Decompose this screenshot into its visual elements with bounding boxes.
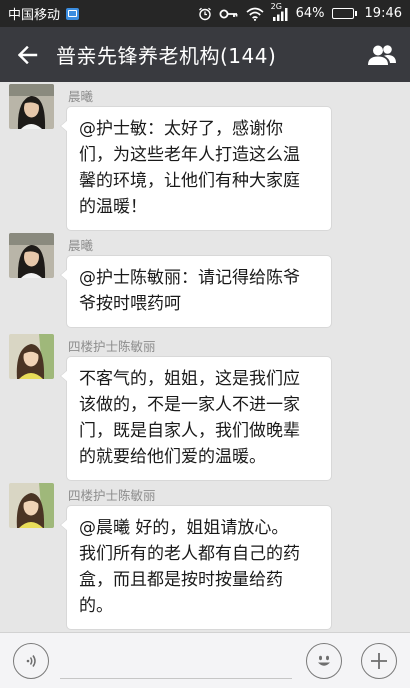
carrier-name: 中国移动 (8, 8, 61, 23)
status-time: 19:46 (364, 6, 402, 21)
group-info-button[interactable] (354, 27, 410, 82)
wifi-icon (246, 7, 264, 21)
message-input[interactable] (60, 641, 292, 679)
emoji-button[interactable] (306, 643, 342, 679)
message-list[interactable]: 晨曦 @护士敏：太好了，感谢你 们，为这些老年人打造这么温 馨的环境，让他们有种… (0, 82, 410, 632)
message-bubble[interactable]: @晨曦 好的，姐姐请放心。 我们所有的老人都有自己的药 盒，而且都是按时按量给药… (60, 505, 332, 630)
avatar[interactable] (9, 233, 54, 278)
message-text: @护士陈敏丽：请记得给陈爷 爷按时喂药呵 (79, 268, 300, 314)
chat-header: 普亲先锋养老机构(144) (0, 27, 410, 82)
sender-name: 四楼护士陈敏丽 (68, 339, 156, 354)
network-type: 2G (270, 1, 282, 11)
group-members-icon (368, 44, 396, 65)
voice-icon (26, 655, 36, 667)
emoji-icon (318, 655, 330, 666)
voice-button[interactable] (13, 643, 49, 679)
chat-input-bar (0, 632, 410, 688)
more-button[interactable] (361, 643, 397, 679)
message-bubble[interactable]: 不客气的，姐姐，这是我们应 该做的，不是一家人不进一家 门，既是自家人，我们做晚… (60, 356, 332, 481)
sender-name: 晨曦 (68, 238, 94, 253)
back-button[interactable] (0, 27, 56, 82)
plus-icon (371, 653, 387, 669)
message-bubble[interactable]: @护士陈敏丽：请记得给陈爷 爷按时喂药呵 (60, 255, 332, 328)
photo-icon (66, 7, 80, 20)
battery-icon (331, 8, 357, 19)
key-icon (219, 8, 239, 20)
message-text: @护士敏：太好了，感谢你 们，为这些老年人打造这么温 馨的环境，让他们有种大家庭… (79, 119, 300, 217)
sender-name: 四楼护士陈敏丽 (68, 488, 156, 503)
avatar[interactable] (9, 334, 54, 379)
status-bar: 中国移动 2G 64% 19:46 (0, 0, 410, 27)
sender-name: 晨曦 (68, 89, 94, 104)
chat-title: 普亲先锋养老机构(144) (56, 44, 277, 68)
alarm-icon (198, 7, 212, 21)
battery-percent: 64% (295, 6, 325, 21)
arrow-left-icon (18, 45, 38, 64)
message-bubble[interactable]: @护士敏：太好了，感谢你 们，为这些老年人打造这么温 馨的环境，让他们有种大家庭… (60, 106, 332, 231)
message-text: @晨曦 好的，姐姐请放心。 我们所有的老人都有自己的药 盒，而且都是按时按量给药… (79, 518, 300, 616)
signal-icon: 2G (271, 2, 289, 21)
avatar[interactable] (9, 483, 54, 528)
message-text: 不客气的，姐姐，这是我们应 该做的，不是一家人不进一家 门，既是自家人，我们做晚… (79, 369, 300, 467)
avatar[interactable] (9, 84, 54, 129)
